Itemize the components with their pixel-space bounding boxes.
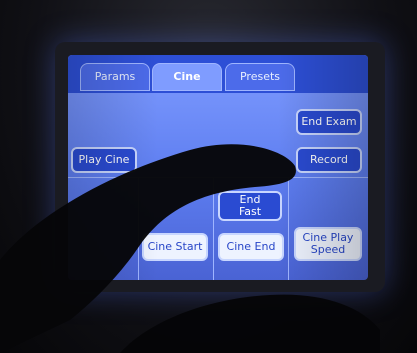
grid-divider-1: [68, 177, 368, 178]
touchscreen: Params Cine Presets End Exam Play Cine R…: [68, 55, 368, 280]
tab-presets[interactable]: Presets: [225, 63, 295, 91]
go-end-fast-button[interactable]: End Fast: [218, 191, 282, 221]
grid-divider-col-3: [288, 177, 289, 280]
end-exam-button[interactable]: End Exam: [296, 109, 362, 135]
cine-play-speed-button[interactable]: Cine Play Speed: [294, 227, 362, 261]
grid-divider-col-2: [213, 177, 214, 280]
cine-end-button[interactable]: Cine End: [218, 233, 284, 261]
grid-divider-col-1: [138, 177, 139, 280]
tab-params[interactable]: Params: [80, 63, 150, 91]
play-cine-button[interactable]: Play Cine: [71, 147, 137, 173]
cine-start-button[interactable]: Cine Start: [142, 233, 208, 261]
tab-bar: Params Cine Presets: [68, 55, 368, 93]
record-button[interactable]: Record: [296, 147, 362, 173]
tab-cine[interactable]: Cine: [152, 63, 222, 91]
